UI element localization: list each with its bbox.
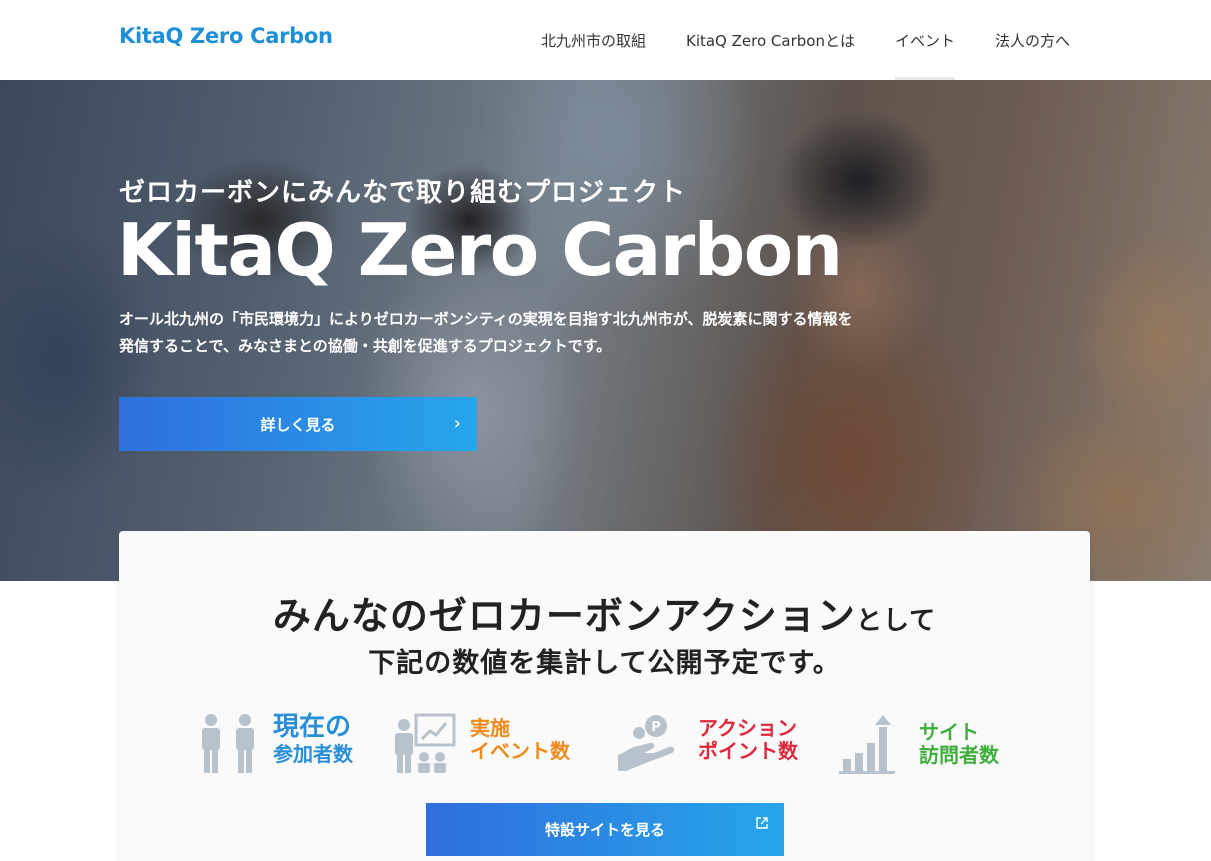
svg-text:P: P — [651, 720, 661, 735]
stat-site-visitors: サイト 訪問者数 — [839, 711, 1019, 781]
hand-coin-icon: P — [618, 715, 675, 771]
stat-action-points-label: アクション ポイント数 — [698, 716, 798, 763]
zero-carbon-action-card: みんなのゼロカーボンアクションとして 下記の数値を集計して公開予定です。 現在の — [119, 531, 1090, 861]
stat-events-label: 実施 イベント数 — [470, 716, 570, 763]
card-heading-main: みんなのゼロカーボンアクション — [272, 594, 856, 638]
stats-row: 現在の 参加者数 実施 イベント数 P アクション ポイント数 サイト 訪問者数 — [199, 711, 1019, 781]
growth-chart-icon — [839, 715, 895, 774]
card-heading-suffix: として — [855, 606, 937, 636]
people-icon — [202, 714, 254, 773]
details-button-label: 詳しく見る — [260, 415, 336, 434]
hero-description: オール北九州の「市民環境力」によりゼロカーボンシティの実現を目指す北九州市が、脱… — [119, 306, 919, 360]
hero-section: ゼロカーボンにみんなで取り組むプロジェクト KitaQ Zero Carbon … — [0, 80, 1211, 581]
card-heading: みんなのゼロカーボンアクションとして — [119, 585, 1090, 640]
hero-title: KitaQ Zero Carbon — [117, 208, 843, 292]
details-button[interactable]: 詳しく見る › — [119, 397, 477, 451]
nav-item-about[interactable]: KitaQ Zero Carbonとは — [666, 0, 875, 80]
nav-item-events[interactable]: イベント — [875, 0, 975, 80]
site-logo[interactable]: KitaQ Zero Carbon — [119, 24, 333, 48]
stat-events: 実施 イベント数 — [394, 711, 594, 781]
nav-item-initiatives[interactable]: 北九州市の取組 — [521, 0, 666, 80]
stat-participants: 現在の 参加者数 — [199, 711, 369, 781]
chevron-right-icon: › — [453, 413, 461, 434]
hero-description-line: オール北九州の「市民環境力」によりゼロカーボンシティの実現を目指す北九州市が、脱… — [119, 310, 853, 328]
presentation-icon — [395, 713, 456, 773]
site-header: KitaQ Zero Carbon 北九州市の取組 KitaQ Zero Car… — [0, 0, 1211, 80]
stat-site-visitors-label: サイト 訪問者数 — [919, 720, 999, 767]
hero-subtitle: ゼロカーボンにみんなで取り組むプロジェクト — [119, 178, 687, 208]
card-subheading: 下記の数値を集計して公開予定です。 — [368, 648, 841, 679]
special-site-button[interactable]: 特設サイトを見る — [426, 803, 784, 856]
main-nav: 北九州市の取組 KitaQ Zero Carbonとは イベント 法人の方へ — [521, 0, 1090, 80]
external-link-icon — [756, 817, 768, 833]
nav-item-corporate[interactable]: 法人の方へ — [975, 0, 1090, 80]
special-site-button-label: 特設サイトを見る — [544, 821, 665, 839]
stat-action-points: P アクション ポイント数 — [616, 711, 816, 781]
stat-participants-label: 現在の 参加者数 — [273, 712, 353, 766]
hero-description-line: 発信することで、みなさまとの協働・共創を促進するプロジェクトです。 — [119, 337, 612, 355]
